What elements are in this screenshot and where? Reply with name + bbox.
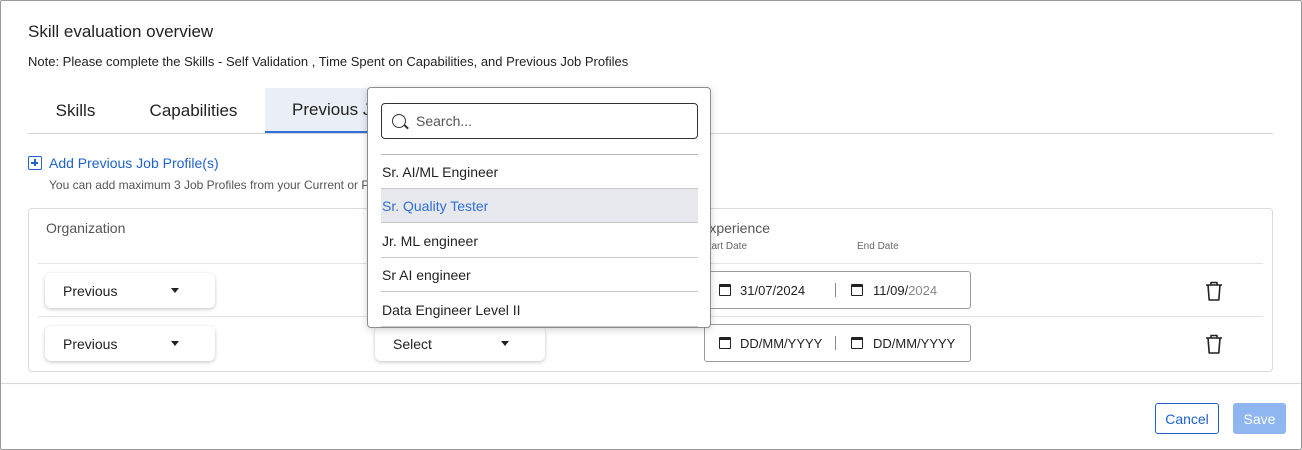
column-header-experience: Experience xyxy=(704,220,771,236)
delete-row-2-trash-icon[interactable] xyxy=(1204,333,1224,355)
tab-capabilities[interactable]: Capabilities xyxy=(131,88,256,133)
end-date-input-row-2[interactable]: DD/MM/YYYY xyxy=(851,325,955,361)
tab-skills[interactable]: Skills xyxy=(28,88,123,133)
end-date-value: 11/09/2024 xyxy=(873,282,938,298)
save-button-disabled: Save xyxy=(1233,403,1286,434)
add-previous-job-profile-label: Add Previous Job Profile(s) xyxy=(49,155,219,171)
search-icon xyxy=(392,114,406,128)
cancel-button[interactable]: Cancel xyxy=(1155,403,1219,434)
date-range-separator xyxy=(835,283,836,297)
add-profile-helper-text: You can add maximum 3 Job Profiles from … xyxy=(49,178,374,192)
instruction-note: Note: Please complete the Skills - Self … xyxy=(28,54,629,69)
start-date-value: 31/07/2024 xyxy=(740,282,806,298)
dropdown-option-highlighted[interactable]: Sr. Quality Tester xyxy=(381,189,698,223)
plus-square-icon xyxy=(28,156,42,170)
organization-select-value: Previous xyxy=(63,335,118,352)
caret-down-icon xyxy=(171,341,179,346)
dropdown-search-input[interactable] xyxy=(416,113,676,129)
job-profile-select-value: Select xyxy=(393,335,432,352)
dropdown-search-box[interactable] xyxy=(381,103,698,139)
organization-select-row-2[interactable]: Previous xyxy=(45,326,215,361)
organization-select-row-1[interactable]: Previous xyxy=(45,273,215,308)
date-range-row-2: DD/MM/YYYY DD/MM/YYYY xyxy=(704,324,971,362)
add-previous-job-profile-link[interactable]: Add Previous Job Profile(s) xyxy=(28,155,219,171)
caret-down-icon xyxy=(171,288,179,293)
calendar-icon xyxy=(851,337,863,349)
date-range-row-1: 31/07/2024 11/09/2024 xyxy=(704,271,971,309)
dropdown-option[interactable]: Jr. ML engineer xyxy=(381,224,698,258)
organization-select-value: Previous xyxy=(63,282,118,299)
footer-divider xyxy=(1,383,1301,384)
job-profile-dropdown: Sr. AI/ML Engineer Sr. Quality Tester Jr… xyxy=(367,87,711,328)
column-header-end-date: End Date xyxy=(857,241,899,252)
start-date-input-row-2[interactable]: DD/MM/YYYY xyxy=(719,325,822,361)
page-title: Skill evaluation overview xyxy=(28,22,214,41)
dropdown-option[interactable]: Sr. AI/ML Engineer xyxy=(381,155,698,189)
column-header-organization: Organization xyxy=(46,220,126,236)
calendar-icon xyxy=(719,337,731,349)
column-header-start-date: Start Date xyxy=(707,241,748,252)
dropdown-option[interactable]: Sr AI engineer xyxy=(381,258,698,292)
calendar-icon xyxy=(851,284,863,296)
calendar-icon xyxy=(719,284,731,296)
start-date-value: DD/MM/YYYY xyxy=(740,335,823,351)
end-date-input-row-1[interactable]: 11/09/2024 xyxy=(851,272,937,308)
caret-down-icon xyxy=(501,341,509,346)
end-date-value: DD/MM/YYYY xyxy=(873,335,956,351)
dropdown-option[interactable]: Data Engineer Level II xyxy=(381,293,698,327)
start-date-input-row-1[interactable]: 31/07/2024 xyxy=(719,272,805,308)
delete-row-1-trash-icon[interactable] xyxy=(1204,280,1224,302)
date-range-separator xyxy=(835,336,836,350)
job-profile-select-row-2[interactable]: Select xyxy=(375,326,545,361)
